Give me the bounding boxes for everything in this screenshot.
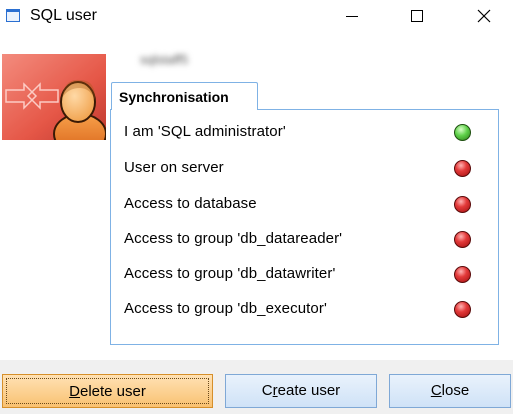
status-row: User on server <box>124 159 484 179</box>
tab-synchronisation[interactable]: Synchronisation <box>111 82 258 110</box>
minimize-icon <box>346 15 358 17</box>
status-row: Access to database <box>124 195 484 215</box>
status-indicator-red-icon <box>454 231 471 248</box>
button-accelerator: C <box>430 382 442 399</box>
status-indicator-red-icon <box>454 266 471 283</box>
status-indicator-green-icon <box>454 124 471 141</box>
status-label: Access to group 'db_datareader' <box>124 230 343 247</box>
user-name: sqlstaff5 <box>140 52 189 67</box>
button-label-prefix: C <box>261 382 273 399</box>
close-icon <box>477 9 491 23</box>
button-label-rest: eate user <box>277 382 341 399</box>
maximize-button[interactable] <box>394 0 440 32</box>
status-label: Access to group 'db_datawriter' <box>124 265 336 282</box>
window-title: SQL user <box>30 7 97 24</box>
synchronisation-panel: I am 'SQL administrator' User on server … <box>110 109 499 345</box>
title-bar[interactable]: SQL user <box>0 0 513 34</box>
button-label-rest: lose <box>441 382 470 399</box>
close-button[interactable]: Close <box>389 374 511 408</box>
button-label-rest: elete user <box>79 383 146 400</box>
window-icon <box>6 9 20 22</box>
status-label: Access to database <box>124 195 257 212</box>
focus-rect: Delete user <box>6 378 209 404</box>
status-row: Access to group 'db_executor' <box>124 300 484 320</box>
close-window-button[interactable] <box>461 0 507 32</box>
status-label: Access to group 'db_executor' <box>124 300 327 317</box>
minimize-button[interactable] <box>329 0 375 32</box>
delete-user-button[interactable]: Delete user <box>2 374 213 408</box>
status-indicator-red-icon <box>454 301 471 318</box>
create-user-button[interactable]: Create user <box>225 374 377 408</box>
status-row: Access to group 'db_datareader' <box>124 230 484 250</box>
status-label: User on server <box>124 159 224 176</box>
status-row: I am 'SQL administrator' <box>124 123 484 143</box>
status-label: I am 'SQL administrator' <box>124 123 286 140</box>
status-row: Access to group 'db_datawriter' <box>124 265 484 285</box>
status-indicator-red-icon <box>454 160 471 177</box>
maximize-icon <box>411 10 423 22</box>
status-indicator-red-icon <box>454 196 471 213</box>
user-avatar <box>2 54 106 140</box>
button-accelerator: D <box>69 383 80 400</box>
